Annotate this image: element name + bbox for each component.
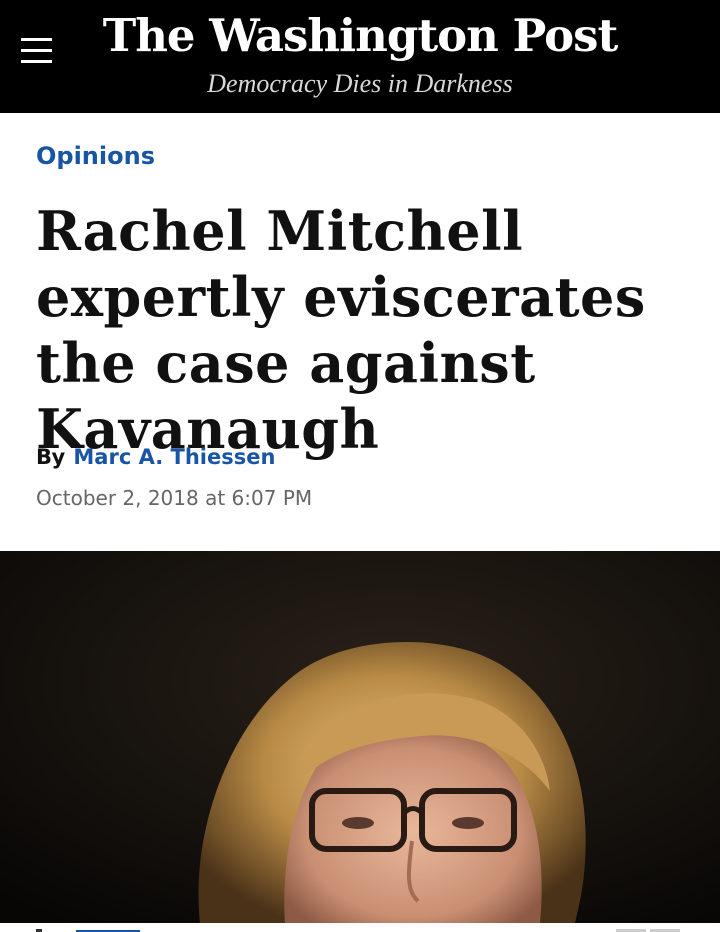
section-label-opinions[interactable]: Opinions: [36, 137, 155, 175]
byline-prefix: By: [36, 445, 65, 469]
site-header: The Washington Post Democracy Dies in Da…: [0, 0, 720, 113]
article-lead-photo: [0, 551, 720, 923]
publish-date: October 2, 2018 at 6:07 PM: [36, 486, 313, 510]
article-headline: Rachel Mitchell expertly eviscerates the…: [36, 199, 646, 461]
site-tagline: Democracy Dies in Darkness: [207, 69, 513, 98]
lead-photo-illustration: [0, 551, 720, 923]
author-link[interactable]: Marc A. Thiessen: [73, 445, 275, 469]
byline: By Marc A. Thiessen: [36, 440, 275, 474]
bottom-toolbar-edge: [0, 923, 720, 932]
site-masthead[interactable]: The Washington Post: [0, 6, 720, 66]
